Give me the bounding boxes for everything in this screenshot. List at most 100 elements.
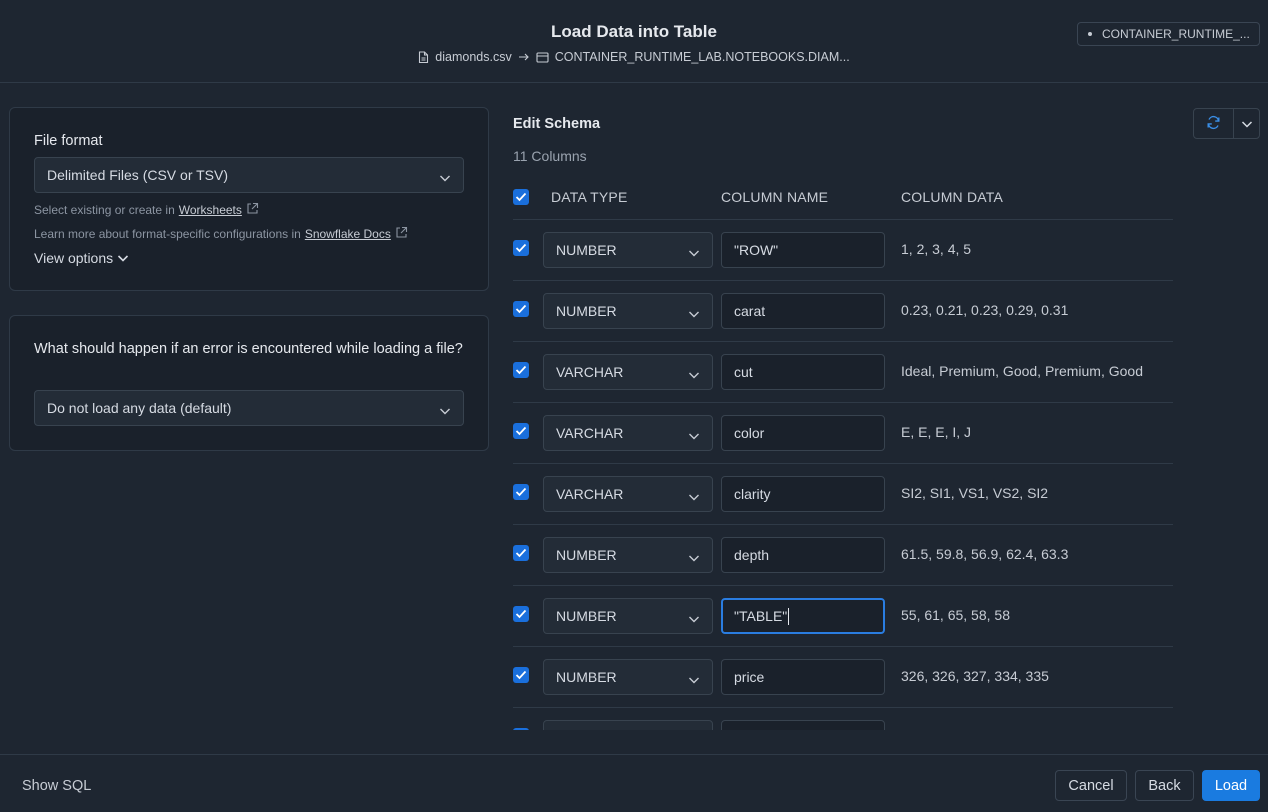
arrow-right-icon [518,52,530,62]
column-data-preview: 0.23, 0.21, 0.23, 0.29, 0.31 [901,302,1069,318]
check-icon [515,243,527,253]
row-checkbox[interactable] [513,301,529,317]
schema-row: NUMBER depth 61.5, 59.8, 56.9, 62.4, 63.… [513,525,1173,586]
chevron-down-icon [688,428,700,444]
refresh-icon [1206,115,1221,133]
error-handling-select[interactable]: Do not load any data (default) [34,390,464,426]
file-format-select[interactable]: Delimited Files (CSV or TSV) [34,157,464,193]
column-name-value: "ROW" [734,242,779,258]
chevron-down-icon [439,403,451,419]
check-icon [515,426,527,436]
snowflake-docs-link[interactable]: Snowflake Docs [305,227,391,241]
data-type-select[interactable]: NUMBER [543,598,713,634]
row-checkbox[interactable] [513,545,529,561]
schema-row: NUMBER price 326, 326, 327, 334, 335 [513,647,1173,708]
column-name-input[interactable]: carat [721,293,885,329]
data-type-value: VARCHAR [556,486,624,502]
schema-row: VARCHAR clarity SI2, SI1, VS1, VS2, SI2 [513,464,1173,525]
schema-rows[interactable]: NUMBER "ROW" 1, 2, 3, 4, 5 NUMBER carat … [513,220,1173,730]
schema-row: NUMBER "TABLE" 55, 61, 65, 58, 58 [513,586,1173,647]
column-data-preview: Ideal, Premium, Good, Premium, Good [901,363,1143,379]
refresh-button[interactable] [1194,109,1233,138]
row-checkbox[interactable] [513,484,529,500]
column-name-header: COLUMN NAME [721,189,829,205]
schema-row: VARCHAR color E, E, E, I, J [513,403,1173,464]
data-type-select[interactable]: VARCHAR [543,415,713,451]
cancel-button[interactable]: Cancel [1055,770,1127,801]
back-button[interactable]: Back [1135,770,1194,801]
file-format-label: File format [34,133,103,149]
schema-row: NUMBER carat 0.23, 0.21, 0.23, 0.29, 0.3… [513,281,1173,342]
view-options-label: View options [34,250,114,266]
column-name-input[interactable] [721,720,885,730]
chevron-down-icon [688,367,700,383]
column-data-preview: 61.5, 59.8, 56.9, 62.4, 63.3 [901,546,1069,562]
row-checkbox[interactable] [513,667,529,683]
column-name-input[interactable]: clarity [721,476,885,512]
schema-row: NUMBER "ROW" 1, 2, 3, 4, 5 [513,220,1173,281]
external-link-icon [395,226,408,242]
chevron-down-icon [688,489,700,505]
chevron-down-icon [688,672,700,688]
column-name-value: depth [734,547,770,563]
worksheets-link[interactable]: Worksheets [179,203,242,217]
data-type-value: NUMBER [556,669,617,685]
check-icon [515,365,527,375]
data-type-value: NUMBER [556,303,617,319]
context-label: CONTAINER_RUNTIME_... [1102,27,1250,41]
data-type-value: NUMBER [556,547,617,563]
column-data-preview: 55, 61, 65, 58, 58 [901,607,1010,623]
view-options-toggle[interactable]: View options [34,250,129,266]
column-name-value: cut [734,364,753,380]
text-caret [788,607,790,625]
column-name-input[interactable]: cut [721,354,885,390]
row-checkbox[interactable] [513,423,529,439]
load-path: diamonds.csv CONTAINER_RUNTIME_LAB.NOTEB… [0,50,1268,64]
data-type-select[interactable]: NUMBER [543,537,713,573]
column-name-input[interactable]: "ROW" [721,232,885,268]
data-type-select[interactable]: NUMBER [543,293,713,329]
error-handling-panel: What should happen if an error is encoun… [9,315,489,451]
data-type-select[interactable]: NUMBER [543,659,713,695]
row-checkbox[interactable] [513,362,529,378]
data-type-select[interactable]: VARCHAR [543,354,713,390]
column-name-value: clarity [734,486,771,502]
check-icon [515,548,527,558]
column-data-preview: 326, 326, 327, 334, 335 [901,668,1049,684]
data-type-header: DATA TYPE [551,189,628,205]
row-checkbox[interactable] [513,606,529,622]
column-data-preview: E, E, E, I, J [901,424,972,440]
load-button[interactable]: Load [1202,770,1260,801]
check-icon [515,487,527,497]
target-table-name: CONTAINER_RUNTIME_LAB.NOTEBOOKS.DIAM... [554,50,850,64]
chevron-down-icon [1241,116,1253,132]
data-type-select[interactable]: NUMBER [543,232,713,268]
file-format-value: Delimited Files (CSV or TSV) [47,167,229,183]
data-type-select[interactable]: VARCHAR [543,476,713,512]
select-all-checkbox[interactable] [513,189,529,205]
check-icon [515,192,527,202]
show-sql-button[interactable]: Show SQL [22,778,91,794]
row-checkbox[interactable] [513,728,529,730]
schema-menu-button[interactable] [1233,109,1259,138]
data-type-select[interactable] [543,720,713,730]
chevron-down-icon [688,245,700,261]
schema-row: VARCHAR cut Ideal, Premium, Good, Premiu… [513,342,1173,403]
file-format-panel: File format Delimited Files (CSV or TSV)… [9,107,489,291]
schema-row [513,708,1173,730]
column-name-input[interactable]: "TABLE" [721,598,885,634]
header: Load Data into Table diamonds.csv CONTAI… [0,0,1268,83]
context-selector[interactable]: CONTAINER_RUNTIME_... [1077,22,1260,46]
column-name-input[interactable]: depth [721,537,885,573]
column-name-input[interactable]: color [721,415,885,451]
column-count: 11 Columns [513,148,587,164]
data-type-value: VARCHAR [556,364,624,380]
column-name-input[interactable]: price [721,659,885,695]
column-name-value: carat [734,303,766,319]
docs-help-text: Learn more about format-specific configu… [34,227,301,241]
row-checkbox[interactable] [513,240,529,256]
data-type-value: NUMBER [556,608,617,624]
error-handling-value: Do not load any data (default) [47,400,232,416]
footer: Show SQL Cancel Back Load [0,754,1268,812]
column-data-preview: SI2, SI1, VS1, VS2, SI2 [901,485,1049,501]
